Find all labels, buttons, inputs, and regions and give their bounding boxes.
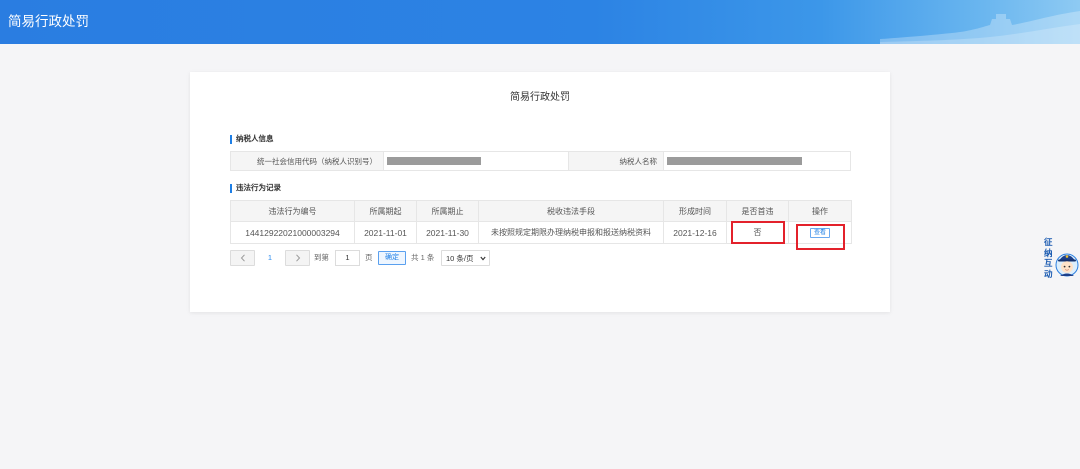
section-violation-records: 违法行为记录 <box>230 183 281 193</box>
chevron-left-icon <box>240 254 245 262</box>
float-service-widget[interactable]: 征纳互动 <box>1043 236 1080 282</box>
float-widget-label: 征纳互动 <box>1044 238 1053 280</box>
page-suffix-label: 页 <box>365 253 373 262</box>
penalty-card: 简易行政处罚 纳税人信息 统一社会信用代码（纳税人识别号） 纳税人名称 违法行为… <box>190 72 890 312</box>
credit-code-value <box>384 152 569 170</box>
cell-violation-means: 未按照规定期限办理纳税申报和报送纳税资料 <box>478 221 664 244</box>
page-size-select-wrapper: 10 条/页 <box>441 250 490 266</box>
section-title: 违法行为记录 <box>236 183 281 192</box>
goto-page-input[interactable] <box>335 250 360 266</box>
credit-code-label: 统一社会信用代码（纳税人识别号） <box>231 152 384 170</box>
confirm-goto-button[interactable]: 确定 <box>378 251 406 265</box>
column-header-violation-id: 违法行为编号 <box>230 200 355 222</box>
taxpayer-info-table: 统一社会信用代码（纳税人识别号） 纳税人名称 <box>230 151 851 171</box>
annotation-box-first-violation <box>731 221 785 244</box>
section-title: 纳税人信息 <box>236 134 274 143</box>
cell-violation-id: 14412922021000003294 <box>230 221 355 244</box>
chevron-down-icon <box>480 256 486 261</box>
taxpayer-name-label: 纳税人名称 <box>569 152 664 170</box>
cell-formed-at: 2021-12-16 <box>663 221 727 244</box>
prev-page-button[interactable] <box>230 250 255 266</box>
section-accent-bar <box>230 183 232 193</box>
section-taxpayer-info: 纳税人信息 <box>230 134 274 144</box>
column-header-period-end: 所属期止 <box>416 200 479 222</box>
column-header-violation-means: 税收违法手段 <box>478 200 664 222</box>
card-title: 简易行政处罚 <box>510 92 570 103</box>
redacted-taxpayer-name <box>667 157 802 165</box>
cell-period-end: 2021-11-30 <box>416 221 479 244</box>
total-count-label: 共 1 条 <box>411 253 435 262</box>
great-wall-decoration-icon <box>880 11 1080 44</box>
tax-officer-avatar-icon <box>1055 253 1079 277</box>
pagination: 1 到第 页 确定 共 1 条 10 条/页 <box>230 250 530 266</box>
goto-label: 到第 <box>314 253 329 262</box>
redacted-credit-code <box>387 157 481 165</box>
column-header-action: 操作 <box>788 200 852 222</box>
section-accent-bar <box>230 134 232 144</box>
column-header-formed-at: 形成时间 <box>663 200 727 222</box>
cell-period-start: 2021-11-01 <box>354 221 417 244</box>
annotation-box-view-button <box>796 224 845 250</box>
next-page-button[interactable] <box>285 250 310 266</box>
column-header-first-violation: 是否首违 <box>726 200 789 222</box>
taxpayer-name-value <box>664 152 850 170</box>
table-header-row: 违法行为编号 所属期起 所属期止 税收违法手段 形成时间 是否首违 操作 <box>230 200 852 222</box>
column-header-period-start: 所属期起 <box>354 200 417 222</box>
app-header: 简易行政处罚 <box>0 0 1080 44</box>
chevron-right-icon <box>295 254 300 262</box>
page-title: 简易行政处罚 <box>8 14 89 30</box>
current-page[interactable]: 1 <box>265 250 275 266</box>
